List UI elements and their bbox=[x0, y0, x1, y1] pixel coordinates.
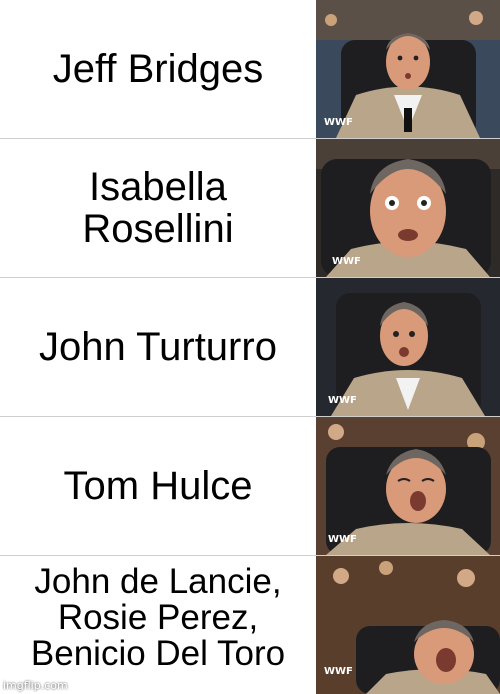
wwf-logo: WWF bbox=[332, 256, 361, 267]
wwf-logo: WWF bbox=[328, 395, 357, 406]
reaction-panel-2: WWF bbox=[316, 139, 500, 277]
reaction-panel-1: WWF bbox=[316, 0, 500, 138]
caption-2: Isabella Rosellini bbox=[82, 165, 234, 251]
caption-3: John Turturro bbox=[39, 325, 277, 369]
excited-icon: WWF bbox=[316, 278, 500, 416]
caption-4: Tom Hulce bbox=[63, 464, 253, 508]
meme-row-3: John Turturro WWF bbox=[0, 278, 500, 416]
meme-row-4: Tom Hulce WWF bbox=[0, 417, 500, 555]
reaction-panel-5: WWF bbox=[316, 556, 500, 694]
wwf-logo: WWF bbox=[324, 666, 353, 677]
imgflip-watermark: imgflip.com bbox=[3, 679, 68, 692]
head-back-icon: WWF bbox=[316, 417, 500, 555]
reaction-panel-3: WWF bbox=[316, 278, 500, 416]
meme-row-5: John de Lancie, Rosie Perez, Benicio Del… bbox=[0, 556, 500, 694]
caption-5: John de Lancie, Rosie Perez, Benicio Del… bbox=[30, 562, 286, 673]
meme-row-2: Isabella Rosellini WWF bbox=[0, 139, 500, 277]
wwf-logo: WWF bbox=[328, 534, 357, 545]
ecstatic-icon: WWF bbox=[316, 556, 500, 694]
wwf-logo: WWF bbox=[324, 117, 353, 128]
meme-row-1: Jeff Bridges WWF bbox=[0, 0, 500, 138]
meme-image: Jeff Bridges WWF Isabella Rosellini WWF … bbox=[0, 0, 500, 694]
wide-eyed-icon: WWF bbox=[316, 139, 500, 277]
mild-surprise-icon: WWF bbox=[316, 0, 500, 138]
reaction-panel-4: WWF bbox=[316, 417, 500, 555]
caption-1: Jeff Bridges bbox=[52, 47, 264, 91]
